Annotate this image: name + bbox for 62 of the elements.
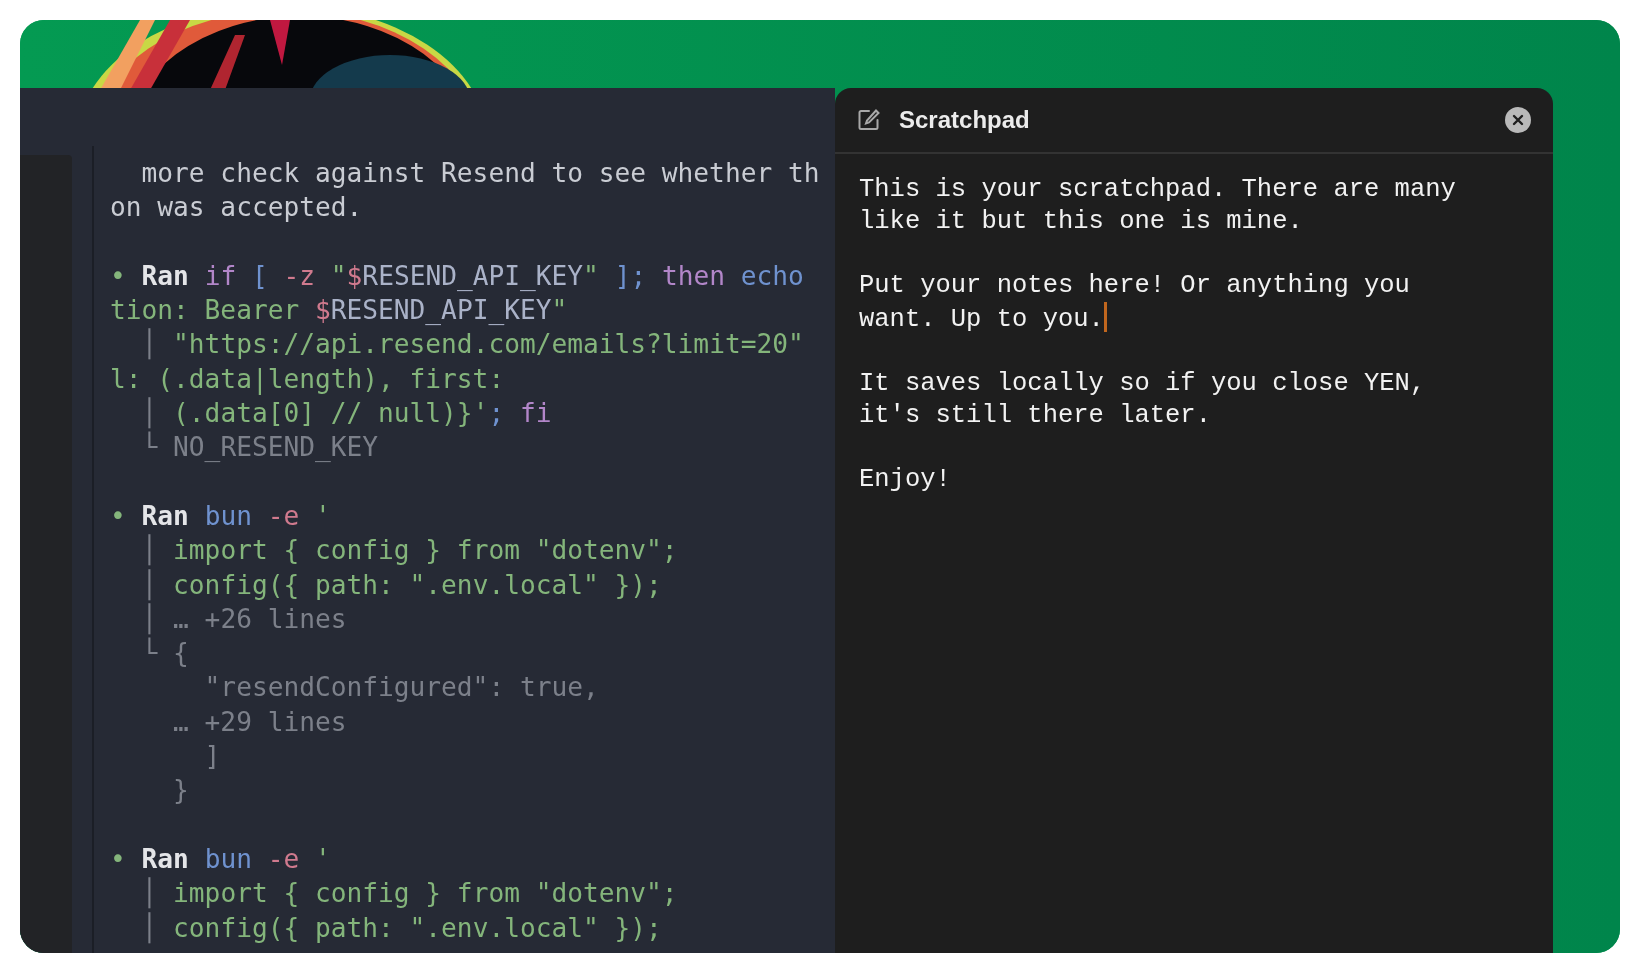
terminal-text: NO_RESEND_KEY: [173, 432, 379, 463]
terminal-text: $: [346, 260, 363, 291]
terminal-text: "https://api.resend.com/emails?limit=20": [173, 329, 804, 360]
panel-title: Scratchpad: [899, 106, 1031, 134]
terminal-text: l: (.data|length), first:: [110, 363, 505, 394]
terminal-text: •: [110, 500, 127, 531]
terminal-text: {: [173, 638, 189, 669]
terminal-text: ": [583, 260, 600, 291]
terminal-text: ': [315, 843, 331, 874]
note-paragraph[interactable]: Put your notes here! Or anything you want. Up to you.: [859, 270, 1529, 336]
terminal-text: -z: [283, 260, 317, 291]
terminal-text: ": [330, 260, 347, 291]
terminal-text: on was accepted.: [110, 192, 363, 223]
terminal-text: "resendConfigured": true,: [203, 672, 599, 703]
terminal-text: [: [251, 260, 269, 291]
terminal-text: import { config } from "dotenv";: [173, 878, 678, 909]
tree-connector: │: [140, 535, 159, 566]
terminal-text: config({ path: ".env.local" });: [173, 912, 662, 943]
terminal-text: ]: [614, 260, 631, 291]
terminal-text: fi: [519, 398, 552, 429]
note-paragraph[interactable]: This is your scratchpad. There are many like it but this one is mine.: [859, 174, 1529, 238]
tree-connector: │: [140, 912, 159, 943]
terminal-text: -e: [267, 843, 301, 874]
terminal-text: bun: [204, 500, 253, 531]
terminal-text: … +29 lines: [172, 706, 347, 737]
terminal-text: ]: [203, 741, 221, 772]
tree-connector: │: [140, 603, 159, 634]
tree-connector: │: [140, 329, 159, 360]
terminal-text: then: [661, 260, 727, 291]
terminal-text: if: [204, 260, 238, 291]
terminal-text: Ran: [141, 843, 190, 874]
terminal-text: import { config } from "dotenv";: [173, 535, 678, 566]
terminal-text: … +26 lines: [173, 603, 347, 634]
terminal-text: RESEND_API_KEY: [330, 295, 552, 326]
terminal-text: $: [314, 295, 331, 326]
terminal-text: ;: [488, 398, 506, 429]
edit-icon: [857, 108, 881, 132]
terminal-text: }: [172, 775, 189, 806]
terminal-text: bun: [204, 843, 253, 874]
terminal-text: config({ path: ".env.local" });: [173, 569, 662, 600]
terminal-text: RESEND_API_KEY: [362, 260, 584, 291]
terminal-text: ": [551, 295, 568, 326]
tree-connector: └: [140, 432, 159, 463]
close-icon: [1512, 114, 1524, 126]
tree-connector: │: [140, 878, 159, 909]
terminal-text: ': [315, 500, 331, 531]
tree-connector: │: [140, 569, 159, 600]
terminal-text: echo: [740, 260, 804, 291]
tree-connector: └: [140, 638, 159, 669]
terminal-text: •: [110, 260, 127, 291]
terminal-text: Ran: [141, 500, 190, 531]
note-paragraph[interactable]: Enjoy!: [859, 464, 1529, 496]
tree-connector: │: [140, 398, 159, 429]
terminal-text: •: [110, 843, 127, 874]
terminal-text: ;: [630, 260, 648, 291]
terminal-text: (.data[0] // null)}': [173, 398, 489, 429]
terminal-text: Ran: [141, 260, 190, 291]
terminal-text: more check against Resend to see whether th: [140, 158, 820, 188]
close-button[interactable]: [1505, 107, 1531, 133]
note-paragraph[interactable]: It saves locally so if you close YEN, it's still there later.: [859, 368, 1529, 432]
terminal-text: tion: Bearer: [110, 295, 301, 326]
terminal-text: -e: [267, 500, 301, 531]
